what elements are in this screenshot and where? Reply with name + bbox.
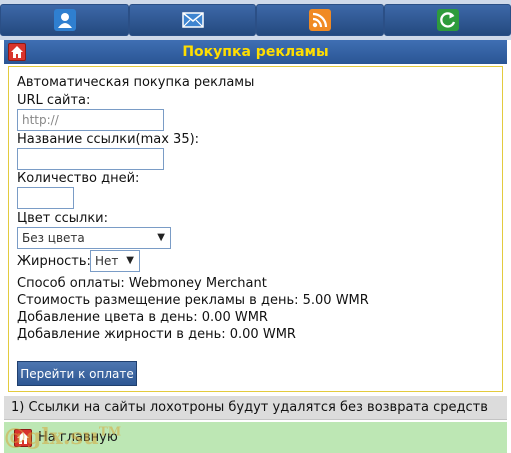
page-title: Покупка рекламы <box>182 44 329 60</box>
url-label: URL сайта: <box>17 93 91 108</box>
chevron-down-icon: ▼ <box>157 232 165 243</box>
bold-cost: Добавление жирности в день: 0.00 WMR <box>17 327 296 342</box>
form-heading: Автоматическая покупка рекламы <box>17 75 255 90</box>
watermark-text: @glx.su <box>4 424 99 450</box>
url-input[interactable]: http:// <box>17 109 164 131</box>
notice-text: 1) Ссылки на сайты лохотроны будут удаля… <box>4 396 507 420</box>
home-icon <box>11 46 23 58</box>
watermark-tm: TM <box>98 424 122 439</box>
color-select[interactable]: Без цвета ▼ <box>17 227 171 249</box>
nav-refresh-button[interactable] <box>384 4 511 36</box>
top-nav <box>0 0 511 40</box>
rss-icon <box>309 9 331 31</box>
days-label: Количество дней: <box>17 171 140 186</box>
watermark: @glx.suTM <box>4 424 121 450</box>
bold-select[interactable]: Нет ▼ <box>90 250 140 272</box>
ad-purchase-form: Автоматическая покупка рекламы URL сайта… <box>8 66 503 392</box>
mail-icon <box>181 12 204 28</box>
color-select-value: Без цвета <box>22 231 85 245</box>
days-input[interactable] <box>17 187 74 209</box>
color-label: Цвет ссылки: <box>17 211 109 226</box>
chevron-down-icon: ▼ <box>126 255 134 266</box>
bold-select-value: Нет <box>95 254 119 268</box>
home-button[interactable] <box>8 43 26 61</box>
pay-button[interactable]: Перейти к оплате <box>17 361 137 386</box>
bold-label: Жирность: <box>17 254 91 269</box>
payment-method: Способ оплаты: Webmoney Merchant <box>17 276 267 291</box>
user-icon <box>53 9 76 31</box>
nav-profile-button[interactable] <box>0 4 129 36</box>
nav-rss-button[interactable] <box>256 4 384 36</box>
title-bar: Покупка рекламы <box>4 40 507 64</box>
nav-mail-button[interactable] <box>129 4 256 36</box>
color-cost: Добавление цвета в день: 0.00 WMR <box>17 310 268 325</box>
link-name-label: Название ссылки(max 35): <box>17 132 200 147</box>
link-name-input[interactable] <box>17 148 164 170</box>
price-line: Стоимость размещение рекламы в день: 5.0… <box>17 293 369 308</box>
refresh-icon <box>436 9 459 31</box>
